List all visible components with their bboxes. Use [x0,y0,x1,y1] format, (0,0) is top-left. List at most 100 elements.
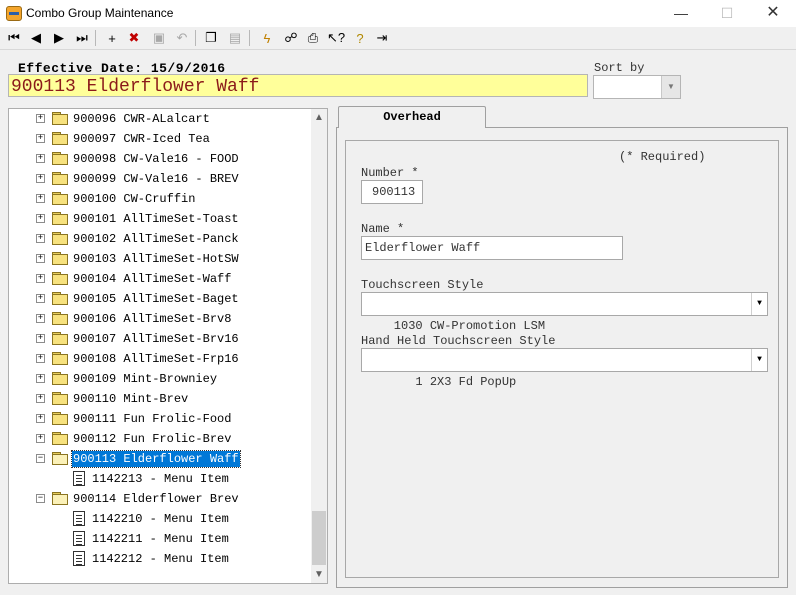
tree-node[interactable]: +900108 AllTimeSet-Frp16 [9,349,312,369]
previous-record-button[interactable]: ◀ [26,29,46,47]
scroll-down-icon[interactable]: ▼ [311,566,327,583]
expand-icon[interactable]: + [36,334,45,343]
add-button[interactable]: + [102,29,122,47]
tree-node[interactable]: − 900114 Elderflower Brev [9,489,312,509]
expand-icon[interactable]: + [36,234,45,243]
expand-icon[interactable]: + [36,174,45,183]
expand-icon[interactable]: + [36,214,45,223]
tree-scrollbar[interactable]: ▲ ▼ [311,109,327,583]
tree-node[interactable]: +900110 Mint-Brev [9,389,312,409]
folder-icon [52,312,68,325]
chevron-down-icon[interactable]: ▼ [751,349,767,371]
tree-node[interactable]: +900107 AllTimeSet-Brv16 [9,329,312,349]
save-button[interactable]: ▣ [149,29,169,47]
print-button[interactable]: ⎙ [303,29,323,47]
exit-button[interactable]: ⇥ [372,29,392,47]
tree-leaf[interactable]: 1142212 - Menu Item [9,549,312,569]
binoculars-icon: ☍ [284,30,298,45]
combo-group-tree[interactable]: +900096 CWR-ALalcart +900097 CWR-Iced Tea… [8,108,328,584]
expand-icon[interactable]: + [36,154,45,163]
tree-leaf[interactable]: 1142213 - Menu Item [9,469,312,489]
toolbar-separator [195,30,196,46]
expand-icon[interactable]: + [36,254,45,263]
scroll-up-icon[interactable]: ▲ [311,109,327,126]
expand-icon[interactable]: + [36,354,45,363]
minimize-button[interactable]: — [658,0,704,27]
item-title-field: 900113 Elderflower Waff [8,74,588,97]
tree-node[interactable]: +900098 CW-Vale16 - FOOD [9,149,312,169]
chevron-down-icon[interactable]: ▼ [751,293,767,315]
tree-node-label: 900097 CWR-Iced Tea [73,132,210,146]
expand-icon[interactable]: + [36,114,45,123]
tree-node[interactable]: +900099 CW-Vale16 - BREV [9,169,312,189]
expand-icon[interactable]: + [36,414,45,423]
number-field[interactable]: 900113 [361,180,423,204]
expand-icon[interactable]: + [36,294,45,303]
next-record-button[interactable]: ▶ [49,29,69,47]
close-button[interactable]: ✕ [750,0,796,27]
tree-node-label: 900105 AllTimeSet-Baget [73,292,239,306]
collapse-icon[interactable]: − [36,454,45,463]
folder-icon [52,412,68,425]
folder-icon [52,232,68,245]
document-icon [73,551,85,566]
folder-icon [52,212,68,225]
expand-icon[interactable]: + [36,194,45,203]
help-button[interactable]: ? [350,29,370,47]
toolbar: ⏮ ◀ ▶ ⏭ + ✖ ▣ ↶ ❐ ▤ ϟ ☍ ⎙ ↖?? ⇥ [0,27,796,50]
tree-node[interactable]: +900097 CWR-Iced Tea [9,129,312,149]
tree-node[interactable]: +900103 AllTimeSet-HotSW [9,249,312,269]
sort-by-dropdown[interactable]: ▼ [593,75,681,99]
folder-icon [52,132,68,145]
touchscreen-style-dropdown[interactable]: 1030 CW-Promotion LSM ▼ [361,292,768,333]
tree-node[interactable]: +900104 AllTimeSet-Waff [9,269,312,289]
handheld-style-dropdown[interactable]: 1 2X3 Fd PopUp ▼ [361,348,768,389]
expand-icon[interactable]: + [36,314,45,323]
expand-icon[interactable]: + [36,274,45,283]
collapse-icon[interactable]: − [36,494,45,503]
name-field[interactable]: Elderflower Waff [361,236,623,260]
tree-node-label: 900108 AllTimeSet-Frp16 [73,352,239,366]
copy-button[interactable]: ❐ [201,29,221,47]
context-help-button[interactable]: ↖? [326,29,346,47]
tree-leaf[interactable]: 1142210 - Menu Item [9,509,312,529]
find-button[interactable]: ☍ [281,29,301,47]
expand-icon[interactable]: + [36,134,45,143]
tab-overhead[interactable]: Overhead [338,106,486,128]
tree-node-label: 900104 AllTimeSet-Waff [73,272,232,286]
delete-button[interactable]: ✖ [124,29,144,47]
last-record-button[interactable]: ⏭ [72,29,92,47]
copy-icon: ❐ [205,30,217,45]
tree-node[interactable]: +900112 Fun Frolic-Brev [9,429,312,449]
tree-node[interactable]: +900106 AllTimeSet-Brv8 [9,309,312,329]
document-icon [73,531,85,546]
name-label: Name * [361,222,405,236]
tree-node[interactable]: +900102 AllTimeSet-Panck [9,229,312,249]
folder-icon [52,152,68,165]
first-record-button[interactable]: ⏮ [4,29,24,47]
execute-button[interactable]: ϟ [257,29,277,47]
tree-leaf[interactable]: 1142211 - Menu Item [9,529,312,549]
tree-node[interactable]: +900100 CW-Cruffin [9,189,312,209]
maximize-button[interactable]: ☐ [704,0,750,27]
folder-icon [52,112,68,125]
tree-node[interactable]: +900105 AllTimeSet-Baget [9,289,312,309]
undo-button[interactable]: ↶ [172,29,192,47]
next-record-icon: ▶ [54,30,64,45]
expand-icon[interactable]: + [36,374,45,383]
scroll-thumb[interactable] [312,511,326,565]
tree-node-label: 900101 AllTimeSet-Toast [73,212,239,226]
tree-node[interactable]: +900111 Fun Frolic-Food [9,409,312,429]
paste-button[interactable]: ▤ [225,29,245,47]
expand-icon[interactable]: + [36,434,45,443]
tree-node-label: 900107 AllTimeSet-Brv16 [73,332,239,346]
tree-node-label: 900112 Fun Frolic-Brev [73,432,232,446]
tree-node[interactable]: +900096 CWR-ALalcart [9,109,312,129]
tree-node-label: 1142211 - Menu Item [92,532,229,546]
chevron-down-icon[interactable]: ▼ [661,76,680,98]
tree-node[interactable]: +900109 Mint-Browniey [9,369,312,389]
expand-icon[interactable]: + [36,394,45,403]
tree-node[interactable]: +900101 AllTimeSet-Toast [9,209,312,229]
tree-node[interactable]: − 900113 Elderflower Waff [9,449,312,469]
folder-icon [52,432,68,445]
